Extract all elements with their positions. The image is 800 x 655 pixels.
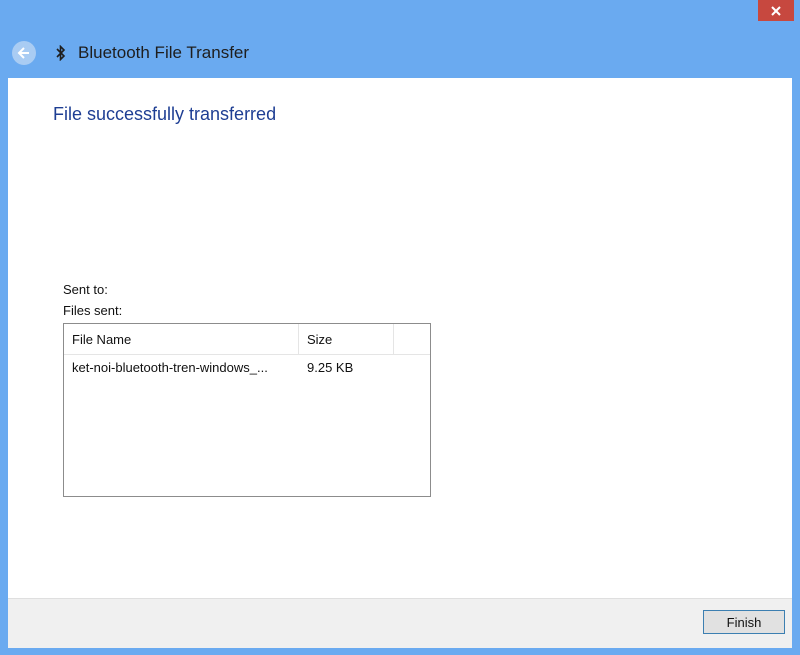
table-row[interactable]: ket-noi-bluetooth-tren-windows_... 9.25 … bbox=[64, 355, 430, 379]
file-size-cell: 9.25 KB bbox=[307, 359, 354, 375]
column-header-filler bbox=[394, 324, 430, 354]
files-list[interactable]: File Name Size ket-noi-bluetooth-tren-wi… bbox=[63, 323, 431, 497]
close-button[interactable] bbox=[758, 0, 794, 21]
back-button[interactable] bbox=[12, 41, 36, 65]
window-title: Bluetooth File Transfer bbox=[78, 43, 250, 62]
sent-to-label: Sent to: bbox=[63, 282, 108, 297]
bluetooth-transfer-window: Bluetooth File Transfer File successfull… bbox=[0, 0, 800, 655]
back-arrow-icon bbox=[17, 47, 29, 59]
status-heading: File successfully transferred bbox=[53, 104, 277, 124]
column-header-file-name[interactable]: File Name bbox=[64, 324, 299, 354]
list-header: File Name Size bbox=[64, 324, 430, 355]
content-panel: File successfully transferred Sent to: F… bbox=[8, 78, 792, 598]
column-header-size[interactable]: Size bbox=[299, 324, 394, 354]
wizard-header: Bluetooth File Transfer bbox=[8, 28, 792, 78]
bluetooth-icon bbox=[56, 45, 66, 61]
wizard-footer: Finish bbox=[8, 598, 792, 648]
close-icon bbox=[771, 5, 781, 16]
finish-button[interactable]: Finish bbox=[703, 610, 785, 634]
files-sent-label: Files sent: bbox=[63, 303, 123, 318]
file-name-cell: ket-noi-bluetooth-tren-windows_... bbox=[72, 359, 268, 375]
